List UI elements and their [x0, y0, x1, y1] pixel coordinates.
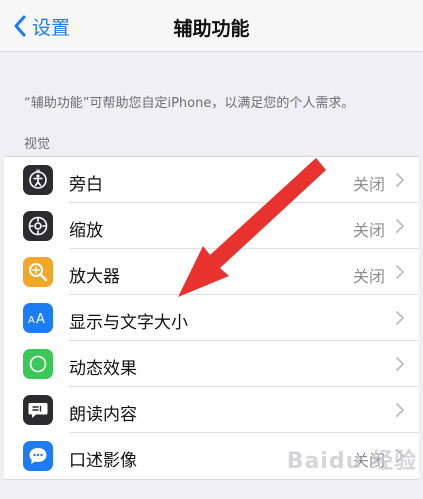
chevron-right-icon: [396, 265, 404, 279]
chevron-right-icon: [396, 173, 404, 187]
chevron-right-icon: [396, 311, 404, 325]
section-header-vision: 视觉: [24, 137, 51, 152]
vision-settings-list: 旁白 关闭 缩放 关闭 放大器 关闭 A A 显示与文字大小 动态效果 朗读内容…: [4, 156, 419, 480]
chevron-right-icon: [396, 357, 404, 371]
section-description: “辅助功能”可帮助您自定iPhone，以满足您的个人需求。: [24, 96, 355, 111]
zoom-icon: [23, 211, 53, 241]
row-value: 关闭: [352, 175, 385, 194]
row-label: 显示与文字大小: [69, 313, 188, 333]
row-zoom[interactable]: 缩放 关闭: [4, 203, 419, 249]
svg-text:A: A: [36, 312, 45, 327]
row-motion[interactable]: 动态效果: [4, 341, 419, 387]
row-value: 关闭: [352, 221, 385, 240]
row-voiceover[interactable]: 旁白 关闭: [4, 157, 419, 203]
row-label: 口述影像: [69, 451, 137, 471]
chevron-right-icon: [396, 219, 404, 233]
row-label: 动态效果: [69, 359, 137, 379]
row-magnifier[interactable]: 放大器 关闭: [4, 249, 419, 295]
row-label: 朗读内容: [69, 405, 137, 425]
audio-description-icon: [23, 441, 53, 471]
row-spoken-content[interactable]: 朗读内容: [4, 387, 419, 433]
row-display-text-size[interactable]: A A 显示与文字大小: [4, 295, 419, 341]
watermark: Baidu 经验: [286, 449, 417, 474]
spoken-content-icon: [23, 395, 53, 425]
page-title: 辅助功能: [173, 18, 250, 40]
svg-text:A: A: [28, 315, 35, 326]
row-label: 放大器: [69, 267, 120, 287]
text-size-icon: A A: [23, 303, 53, 333]
row-label: 缩放: [69, 221, 103, 241]
motion-icon: [23, 349, 53, 379]
chevron-right-icon: [396, 403, 404, 417]
magnifier-icon: [23, 257, 53, 287]
row-value: 关闭: [352, 267, 385, 286]
voiceover-icon: [23, 165, 53, 195]
row-label: 旁白: [69, 175, 103, 195]
navigation-bar: 设置 辅助功能: [0, 0, 423, 52]
